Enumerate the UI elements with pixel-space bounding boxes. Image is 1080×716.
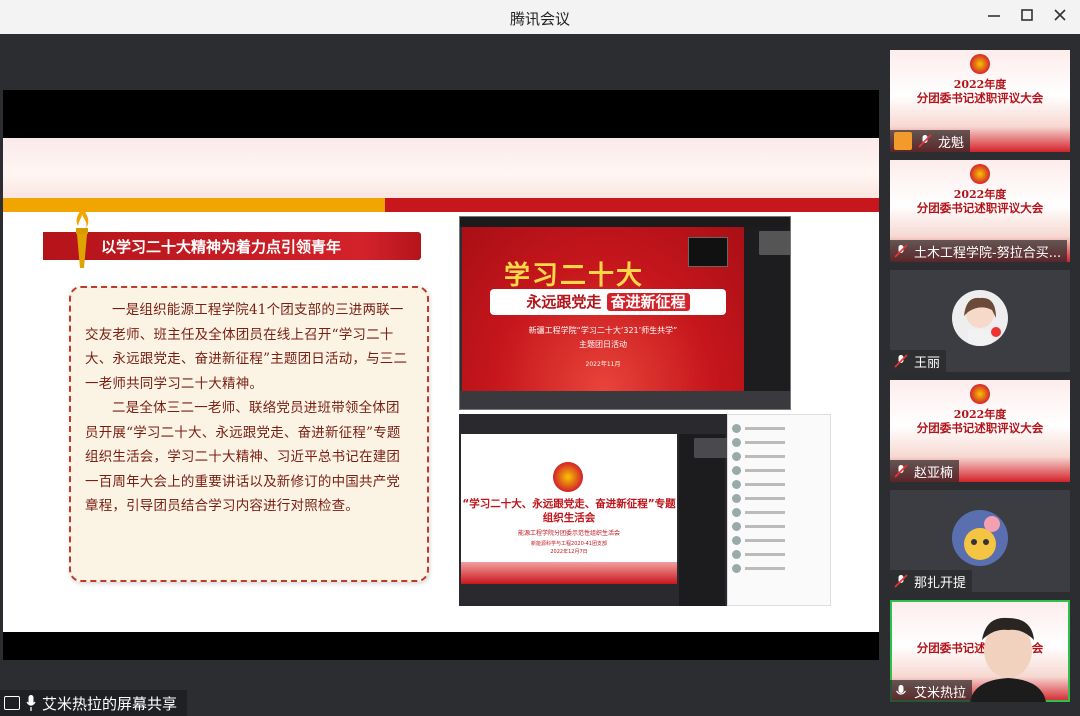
participant-tile[interactable]: 2022年度 分团委书记述职评议大会 龙魁 bbox=[890, 50, 1070, 152]
league-emblem-icon bbox=[553, 462, 583, 492]
participant-name: 王丽 bbox=[890, 350, 947, 372]
screenshot-member-list bbox=[727, 414, 831, 606]
video-popup bbox=[688, 237, 728, 267]
host-icon bbox=[894, 132, 912, 150]
emblem-icon bbox=[970, 164, 990, 184]
screen-share-label: 艾米热拉的屏幕共享 bbox=[0, 690, 188, 716]
minimize-button[interactable] bbox=[982, 5, 1006, 29]
slide-text-box: 一是组织能源工程学院41个团支部的三进两联一交友老师、班主任及全体团员在线上召开… bbox=[69, 286, 429, 582]
life-meeting-slide: “学习二十大、永远跟党走、奋进新征程”专题 组织生活会 能源工程学院分团委示范性… bbox=[461, 434, 677, 584]
letterbox-bottom bbox=[3, 632, 879, 660]
participant-name: 土木工程学院-努拉合买... bbox=[890, 240, 1068, 262]
team-day-toolbar bbox=[460, 391, 790, 409]
screen-share-area[interactable]: 以学习二十大精神为着力点引领青年 一是组织能源工程学院41个团支部的三进两联一交… bbox=[0, 34, 880, 716]
maximize-button[interactable] bbox=[1015, 5, 1039, 29]
team-day-sub2: 主题团日活动 bbox=[579, 340, 627, 349]
team-day-big-title: 学习二十大 bbox=[504, 261, 645, 291]
share-label-text: 艾米热拉的屏幕共享 bbox=[42, 694, 178, 713]
torch-icon bbox=[76, 208, 89, 268]
participant-name: 赵亚楠 bbox=[890, 460, 960, 482]
avatar bbox=[952, 510, 1008, 566]
participants-panel: 2022年度 分团委书记述职评议大会 龙魁 2022年度 分团委书记述职评议大会… bbox=[880, 34, 1080, 716]
emblem-icon bbox=[970, 384, 990, 404]
slide-header-band bbox=[3, 138, 879, 198]
avatar-cartoon-icon bbox=[964, 516, 1000, 560]
screenshot-team-day: 学习二十大 永远跟党走 奋进新征程 新疆工程学院“学习二十大‘321’师生共学”… bbox=[459, 216, 791, 410]
close-icon bbox=[1054, 9, 1066, 21]
close-button[interactable] bbox=[1048, 5, 1072, 29]
slide-heading-bar: 以学习二十大精神为着力点引领青年 bbox=[43, 232, 421, 260]
mic-muted-icon bbox=[894, 354, 908, 368]
maximize-icon bbox=[1021, 9, 1033, 21]
participant-name: 艾米热拉 bbox=[890, 680, 973, 702]
participant-tile-active[interactable]: 分团委书记述职评议大会 艾米热拉 bbox=[890, 600, 1070, 702]
team-day-video-column bbox=[744, 227, 790, 391]
screen-share-icon bbox=[4, 696, 20, 710]
life-meeting-title-1: “学习二十大、永远跟党走、奋进新征程”专题 bbox=[462, 498, 676, 510]
team-day-sub1: 新疆工程学院“学习二十大‘321’师生共学” bbox=[528, 326, 678, 335]
screenshot-life-meeting: “学习二十大、永远跟党走、奋进新征程”专题 组织生活会 能源工程学院分团委示范性… bbox=[459, 414, 727, 606]
participant-name: 龙魁 bbox=[890, 130, 971, 152]
camera-person bbox=[970, 617, 1046, 702]
participant-name: 那扎开提 bbox=[890, 570, 973, 592]
team-day-date: 2022年11月 bbox=[585, 361, 621, 368]
life-meeting-line4: 新能源科学与工程2020-41团支部 bbox=[531, 541, 607, 547]
team-day-banner: 永远跟党走 奋进新征程 bbox=[490, 289, 726, 315]
emblem-icon bbox=[970, 54, 990, 74]
meeting-window: 腾讯会议 以学习二十大精神为着力点引领青年 一是组织能源工程学院41个团支部的三… bbox=[0, 0, 1080, 716]
avatar bbox=[952, 290, 1008, 346]
participant-tile[interactable]: 那扎开提 bbox=[890, 490, 1070, 592]
microphone-icon bbox=[26, 695, 36, 711]
mic-muted-icon bbox=[894, 574, 908, 588]
paragraph-2: 二是全体三二一老师、联络党员进班带领全体团员开展“学习二十大、永远跟党走、奋进新… bbox=[85, 400, 401, 514]
mic-muted-icon bbox=[894, 244, 908, 258]
mic-muted-icon bbox=[918, 134, 932, 148]
mic-muted-icon bbox=[894, 464, 908, 478]
paragraph-1: 一是组织能源工程学院41个团支部的三进两联一交友老师、班主任及全体团员在线上召开… bbox=[85, 302, 408, 392]
microphone-icon bbox=[896, 685, 906, 695]
letterbox-top bbox=[3, 90, 879, 138]
title-bar: 腾讯会议 bbox=[0, 0, 1080, 34]
participant-tile[interactable]: 2022年度 分团委书记述职评议大会 赵亚楠 bbox=[890, 380, 1070, 482]
avatar-girl-icon bbox=[964, 297, 1001, 346]
participant-tile[interactable]: 王丽 bbox=[890, 270, 1070, 372]
life-meeting-line5: 2022年12月7日 bbox=[550, 549, 588, 555]
life-meeting-line3: 能源工程学院分团委示范性组织生活会 bbox=[517, 530, 620, 537]
window-title: 腾讯会议 bbox=[509, 10, 570, 28]
shared-slide: 以学习二十大精神为着力点引领青年 一是组织能源工程学院41个团支部的三进两联一交… bbox=[3, 138, 879, 632]
life-meeting-title-2: 组织生活会 bbox=[542, 512, 596, 524]
participant-tile[interactable]: 2022年度 分团委书记述职评议大会 土木工程学院-努拉合买... bbox=[890, 160, 1070, 262]
life-meeting-video-column bbox=[679, 434, 727, 606]
slide-stripe bbox=[3, 198, 879, 212]
minimize-icon bbox=[988, 15, 1000, 17]
slide-heading: 以学习二十大精神为着力点引领青年 bbox=[101, 238, 342, 256]
